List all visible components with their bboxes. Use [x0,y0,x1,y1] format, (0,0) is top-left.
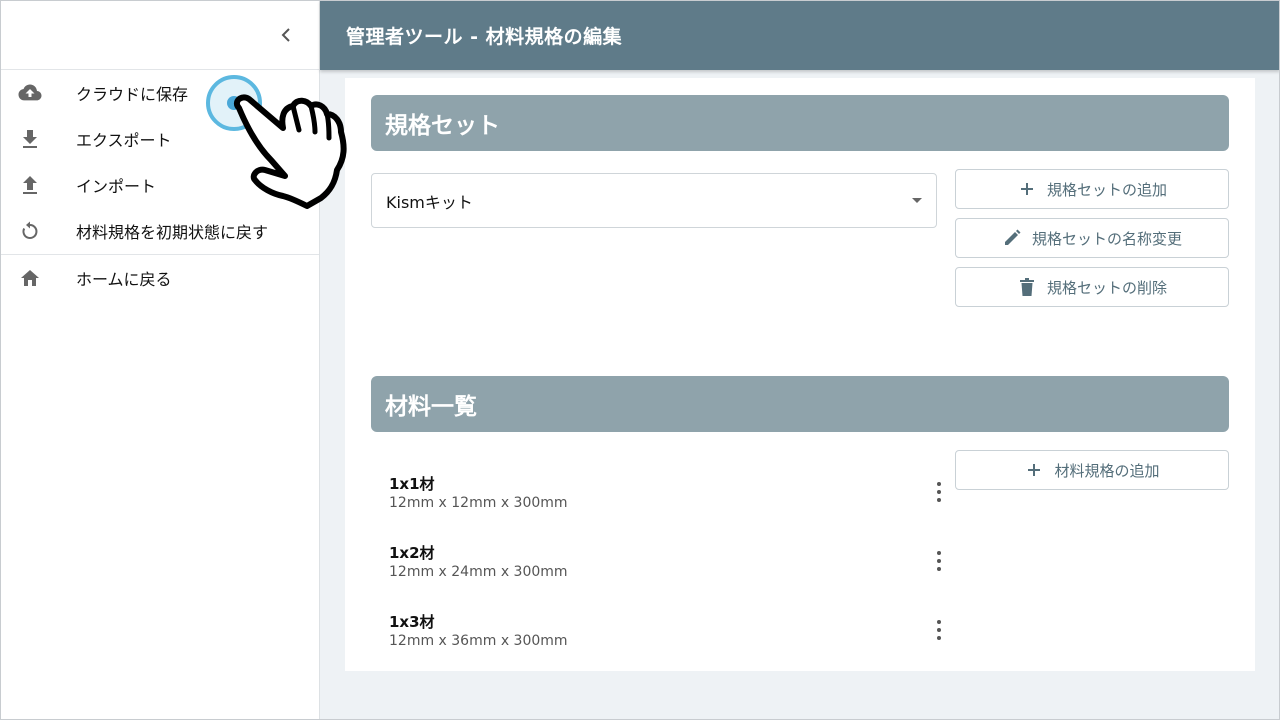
sidebar-header [0,0,319,70]
page-title: 管理者ツール - 材料規格の編集 [346,25,623,48]
sidebar-item-label: エクスポート [76,131,172,150]
more-vert-icon[interactable] [929,618,949,642]
materials-title: 材料一覧 [385,394,477,420]
material-list-item[interactable]: 1x2材 12mm x 24mm x 300mm [389,543,941,593]
sidebar-item-label: クラウドに保存 [76,85,189,104]
trash-icon [1017,277,1037,297]
sidebar-item-home[interactable]: ホームに戻る [0,255,319,301]
spec-set-selected-value: Kismキット [386,192,473,212]
material-size: 12mm x 12mm x 300mm [389,495,568,511]
more-vert-icon[interactable] [929,549,949,573]
spec-set-section-header: 規格セット [371,95,1229,151]
upload-icon [18,173,42,197]
sidebar-item-label: 材料規格を初期状態に戻す [76,223,269,242]
material-name: 1x1材 [389,475,435,493]
reset-icon [18,219,42,243]
add-spec-set-label: 規格セットの追加 [1046,180,1167,199]
materials-section-header: 材料一覧 [371,376,1229,432]
sidebar-item-reset[interactable]: 材料規格を初期状態に戻す [0,208,319,254]
add-material-button[interactable]: 材料規格の追加 [955,450,1229,490]
material-list-item[interactable]: 1x1材 12mm x 12mm x 300mm [389,474,941,524]
material-size: 12mm x 36mm x 300mm [389,633,568,649]
spec-set-select[interactable]: Kismキット [371,173,937,228]
rename-spec-set-button[interactable]: 規格セットの名称変更 [955,218,1229,258]
pointing-hand-icon [233,94,347,209]
material-name: 1x2材 [389,544,435,562]
home-icon [18,266,42,290]
material-list-item[interactable]: 1x3材 12mm x 36mm x 300mm [389,612,941,662]
plus-icon [1017,179,1037,199]
spec-set-title: 規格セット [385,113,500,139]
sidebar-item-label: ホームに戻る [76,270,172,289]
caret-down-icon [912,198,922,203]
material-name: 1x3材 [389,613,435,631]
sidebar-collapse-button[interactable] [273,22,299,48]
download-icon [18,127,42,151]
main-card: 規格セット Kismキット 規格セットの追加 規格セットの名称変更 規格セットの… [345,78,1255,671]
add-material-label: 材料規格の追加 [1054,461,1160,480]
delete-spec-set-label: 規格セットの削除 [1046,278,1167,297]
plus-icon [1024,460,1044,480]
more-vert-icon[interactable] [929,480,949,504]
cloud-upload-icon [18,81,42,105]
add-spec-set-button[interactable]: 規格セットの追加 [955,169,1229,209]
material-size: 12mm x 24mm x 300mm [389,564,568,580]
pencil-icon [1002,228,1022,248]
app-header: 管理者ツール - 材料規格の編集 [320,0,1280,70]
delete-spec-set-button[interactable]: 規格セットの削除 [955,267,1229,307]
chevron-left-icon [281,28,290,42]
rename-spec-set-label: 規格セットの名称変更 [1031,229,1182,248]
sidebar-item-label: インポート [76,177,157,196]
